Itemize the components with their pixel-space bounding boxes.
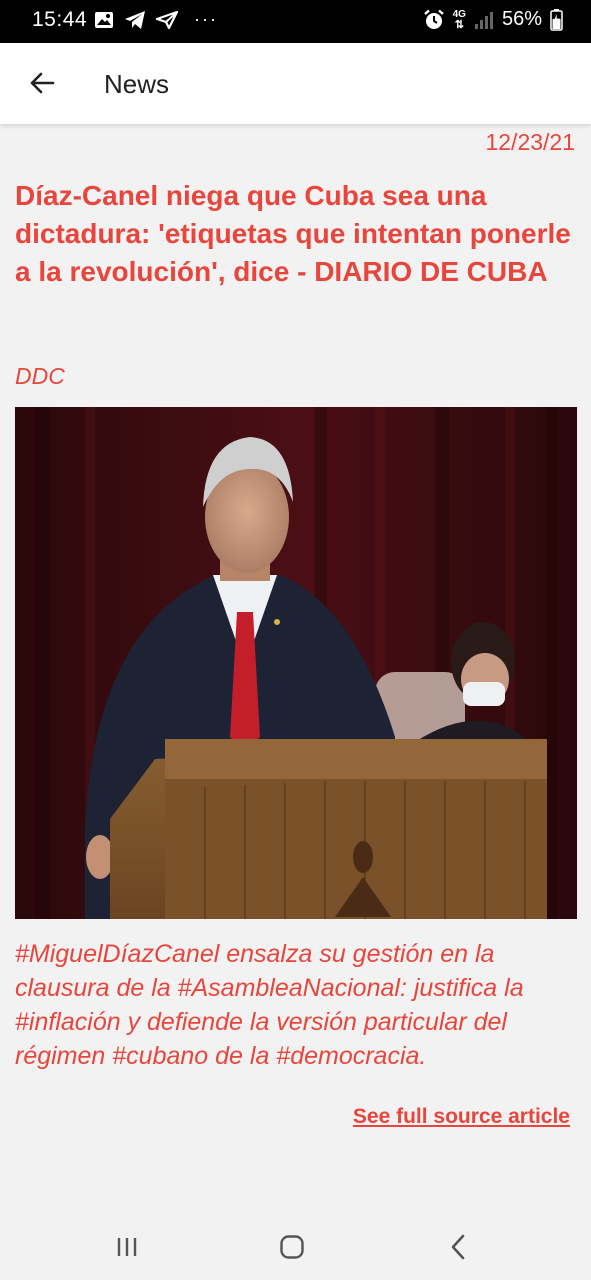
status-time: 15:44 [32,8,88,31]
recent-apps-button[interactable] [107,1230,147,1264]
article-summary: #MiguelDíazCanel ensalza su gestión en l… [15,940,524,1070]
status-notification-icons: ··· [94,8,218,30]
home-button[interactable] [272,1230,312,1264]
battery-percent: 56% [501,8,542,30]
article-photo [15,407,577,919]
network-4g-icon: 4G ⇅ [452,8,466,31]
network-label: 4G [452,8,466,20]
telegram-icon [125,11,145,29]
arrow-left-icon [30,72,55,94]
status-system-icons: 4G ⇅ 56% [423,8,563,31]
telegram-outline-icon [156,10,178,30]
image-icon [95,12,113,28]
article-date: 12/23/21 [485,129,575,155]
back-button[interactable] [22,63,62,103]
article-image [15,407,577,919]
page-title: News [104,69,170,99]
system-nav-bar [0,1210,591,1280]
nav-back-button[interactable] [438,1230,478,1264]
app-bar: News [0,43,591,124]
back-icon [451,1234,465,1260]
more-dots-icon: ··· [194,8,218,29]
status-bar: 15:44 ··· 4G ⇅ 56% [0,0,591,43]
signal-icon [474,11,493,29]
recent-apps-icon [117,1238,137,1256]
article-source: DDC [15,363,65,389]
home-icon [280,1235,304,1259]
alarm-icon [423,9,444,29]
battery-icon [550,8,563,31]
see-full-source-link[interactable]: See full source article [353,1105,570,1129]
article-headline: Díaz-Canel niega que Cuba sea una dictad… [15,180,571,287]
